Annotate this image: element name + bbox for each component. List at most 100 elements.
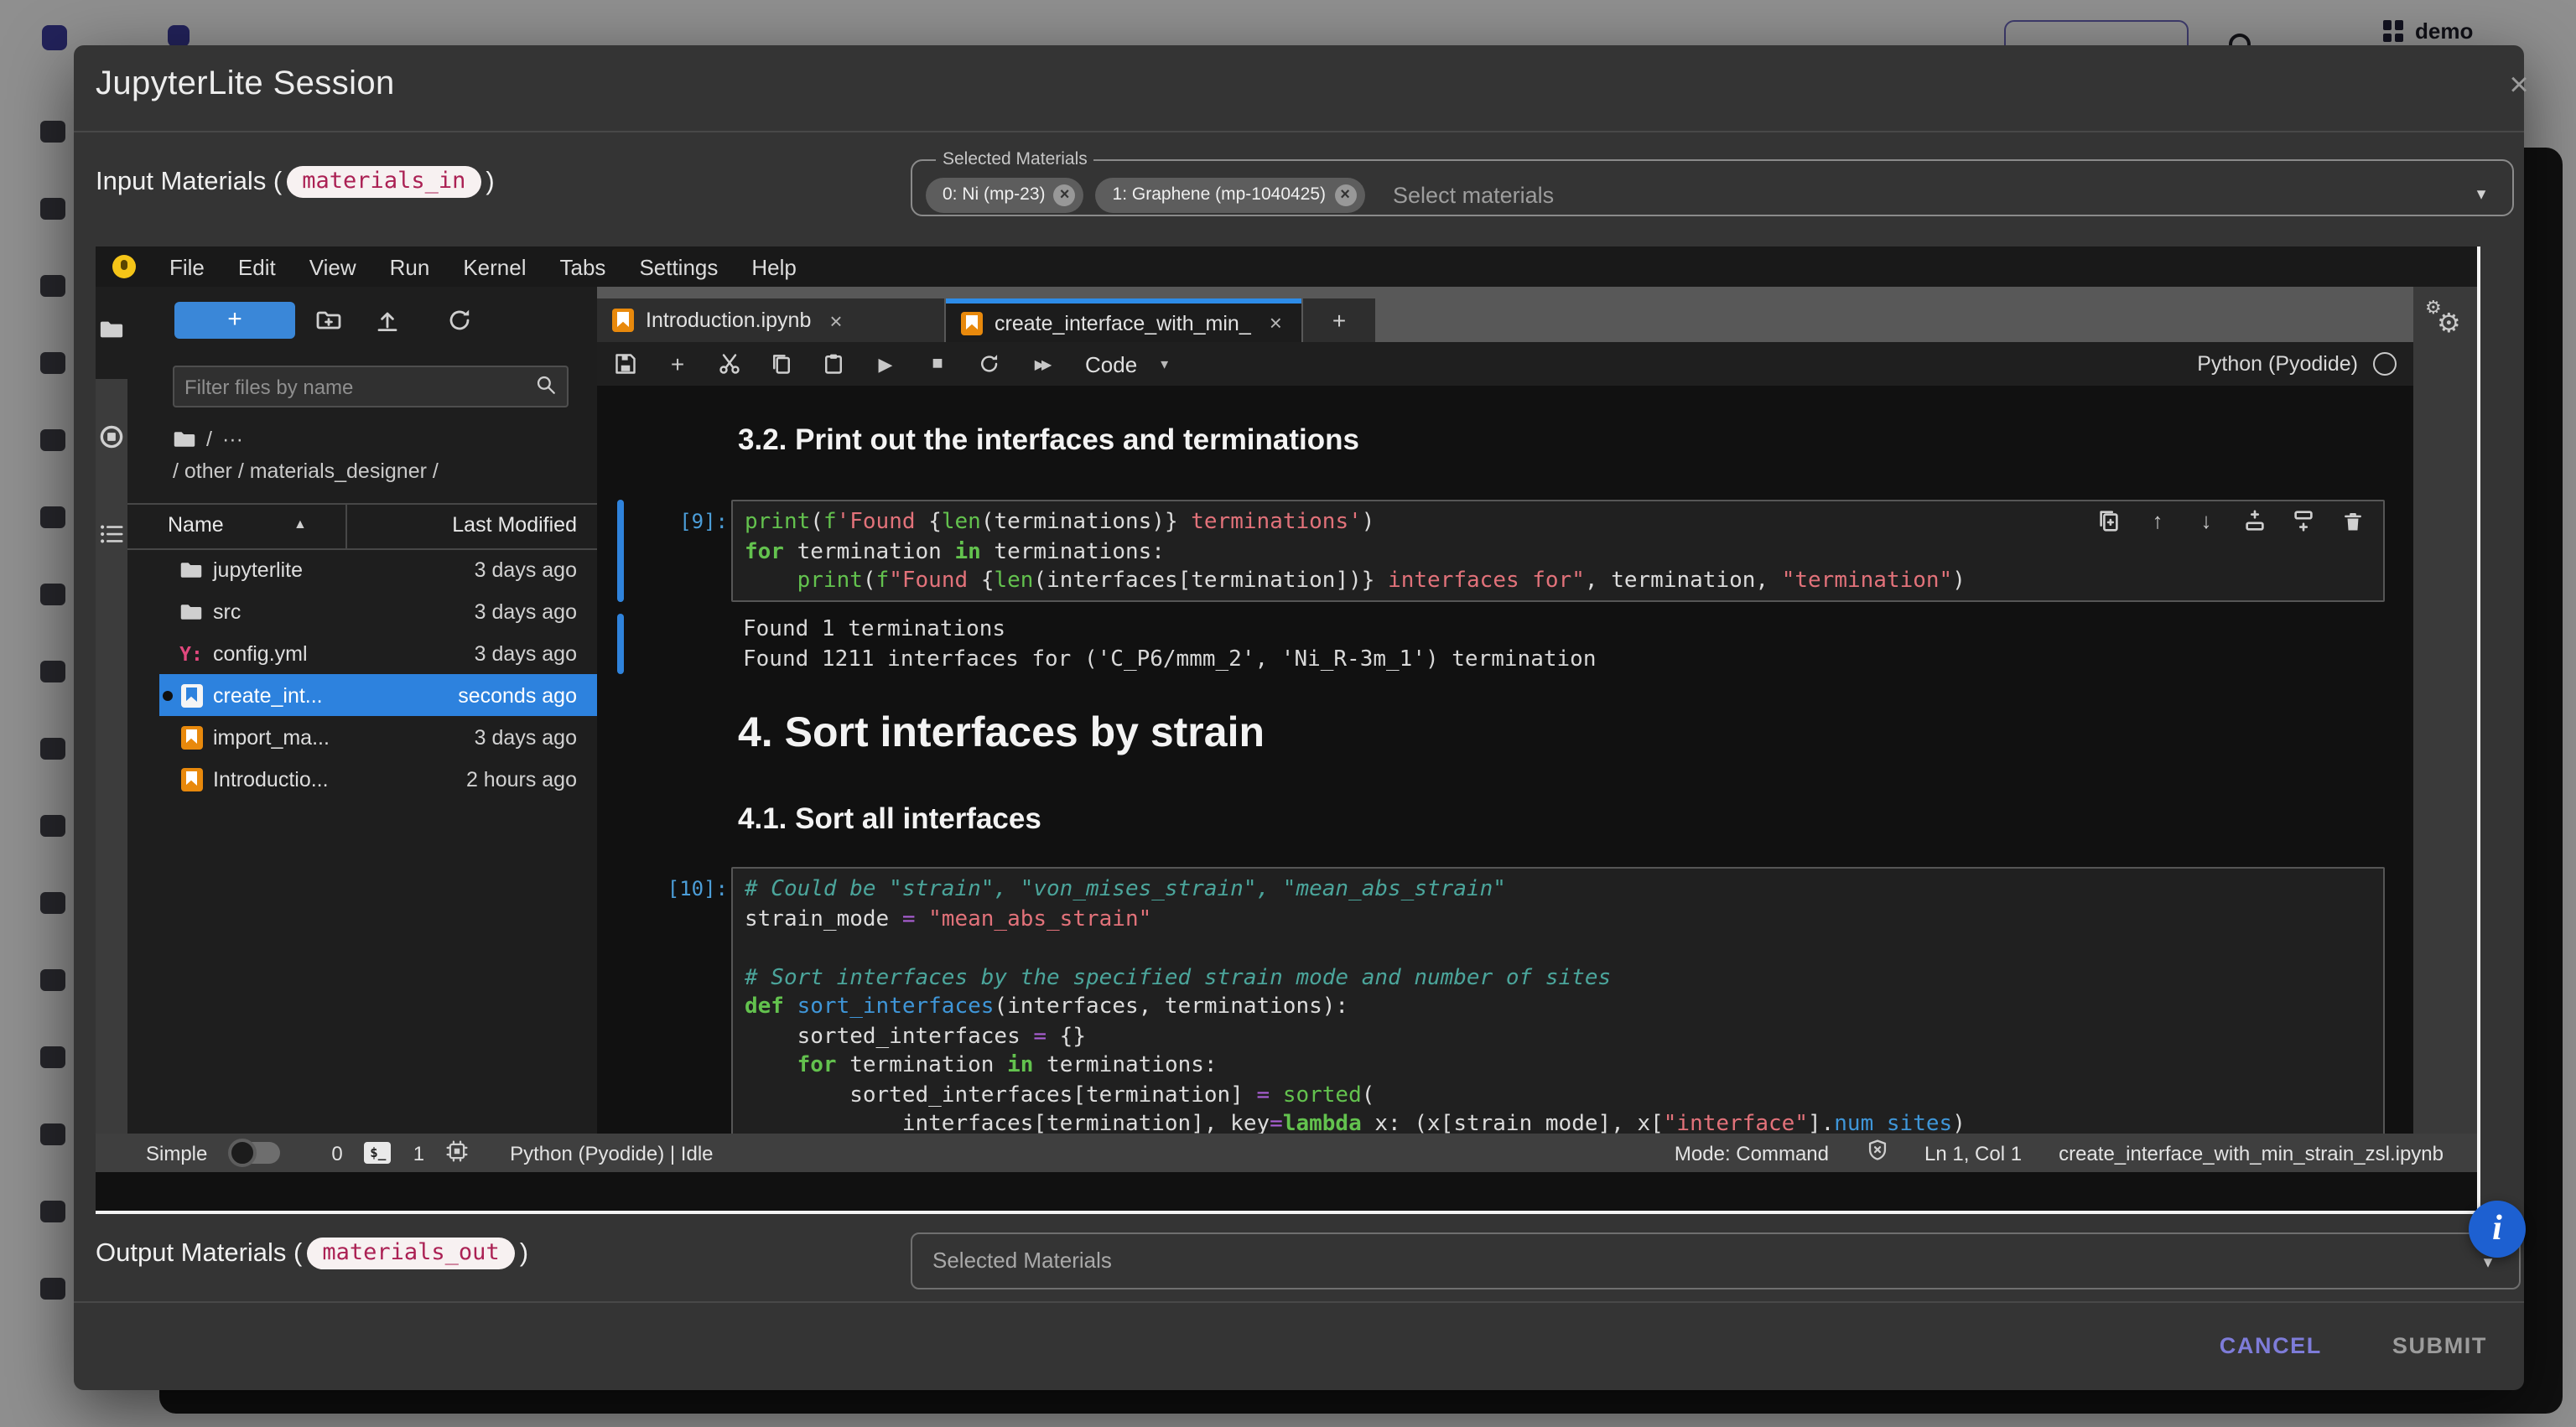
insert-cell-below-icon[interactable] (2291, 508, 2316, 533)
file-filter-box[interactable] (173, 366, 569, 407)
file-name: Introductio... (213, 767, 329, 791)
breadcrumb-path[interactable]: / other / materials_designer / (173, 459, 439, 483)
menu-run[interactable]: Run (373, 254, 447, 279)
breadcrumb-root[interactable]: / (206, 428, 212, 451)
input-materials-suffix: ) (486, 167, 494, 197)
materials-out-code-chip: materials_out (307, 1238, 514, 1269)
select-materials-placeholder[interactable]: Select materials (1393, 182, 1554, 207)
move-cell-down-icon[interactable]: ↓ (2194, 508, 2219, 533)
cell-toolbar: ↑ ↓ (2096, 508, 2365, 533)
submit-button[interactable]: SUBMIT (2382, 1320, 2497, 1372)
cell-type-dropdown[interactable]: Code ▾ (1085, 351, 1168, 376)
new-launcher-button[interactable]: + (174, 302, 295, 339)
gear-icon: ⚙ (2437, 307, 2461, 340)
new-tab-button[interactable]: + (1303, 298, 1375, 342)
restart-kernel-icon[interactable] (976, 350, 1003, 377)
file-row-introduction[interactable]: Introductio... 2 hours ago (159, 758, 597, 800)
upload-icon[interactable] (374, 307, 401, 334)
info-button[interactable]: i (2469, 1201, 2526, 1258)
cell9-output-line: Found 1 terminations (743, 615, 1005, 646)
paste-icon[interactable] (820, 350, 847, 377)
chevron-down-icon[interactable]: ▼ (2474, 185, 2489, 202)
heading-3-2: 3.2. Print out the interfaces and termin… (738, 423, 1359, 458)
running-sessions-icon[interactable] (99, 424, 124, 449)
column-name[interactable]: Name (168, 513, 224, 537)
tab-close-icon[interactable]: × (1270, 310, 1282, 335)
modal-actions: CANCEL SUBMIT (2210, 1320, 2497, 1372)
column-last-modified[interactable]: Last Modified (452, 513, 577, 537)
file-filter-input[interactable] (174, 375, 535, 398)
jupyter-status-bar: Simple 0 $_ 1 Python (Pyodide) | Idle Mo… (96, 1134, 2477, 1172)
kernel-indicator[interactable]: Python (Pyodide) (2197, 352, 2413, 376)
tab-create-interface-active[interactable]: create_interface_with_min_ × (946, 298, 1301, 342)
refresh-icon[interactable] (446, 307, 473, 334)
tab-introduction[interactable]: Introduction.ipynb × (597, 298, 944, 342)
file-modified: 2 hours ago (466, 767, 577, 791)
selected-materials-fieldset[interactable]: Selected Materials 0: Ni (mp-23) × 1: Gr… (911, 149, 2514, 216)
cancel-button[interactable]: CANCEL (2210, 1320, 2332, 1372)
mode-indicator[interactable]: Mode: Command (1675, 1141, 1829, 1165)
material-chip-label: 0: Ni (mp-23) (943, 184, 1046, 205)
file-row-import-material[interactable]: import_ma... 3 days ago (159, 716, 597, 758)
file-name: create_int... (213, 683, 323, 707)
selected-materials-legend: Selected Materials (936, 149, 1094, 169)
file-row-create-interface-selected[interactable]: create_int... seconds ago (159, 674, 597, 716)
kernel-name: Python (Pyodide) (2197, 352, 2358, 376)
file-row-src[interactable]: src 3 days ago (159, 590, 597, 632)
footer-divider (74, 1301, 2524, 1303)
kernel-status-text[interactable]: Python (Pyodide) | Idle (510, 1141, 713, 1165)
table-of-contents-icon[interactable] (99, 522, 124, 547)
file-row-config-yml[interactable]: Y: config.yml 3 days ago (159, 632, 597, 674)
file-name: config.yml (213, 641, 308, 665)
copy-icon[interactable] (768, 350, 795, 377)
menu-edit[interactable]: Edit (221, 254, 293, 279)
menu-view[interactable]: View (293, 254, 373, 279)
chip-remove-icon[interactable]: × (1334, 184, 1356, 205)
file-row-jupyterlite[interactable]: jupyterlite 3 days ago (159, 548, 597, 590)
menu-tabs[interactable]: Tabs (543, 254, 623, 279)
output-materials-select[interactable]: Selected Materials ▼ (911, 1232, 2521, 1289)
delete-cell-icon[interactable] (2340, 508, 2365, 533)
menu-kernel[interactable]: Kernel (446, 254, 543, 279)
output-materials-label: Output Materials ( materials_out ) (96, 1238, 528, 1269)
chip-remove-icon[interactable]: × (1054, 184, 1076, 205)
notebook-content[interactable]: 3.2. Print out the interfaces and termin… (597, 386, 2413, 1134)
output-selection-bar (617, 614, 624, 674)
header-divider (74, 131, 2524, 132)
close-icon[interactable]: × (2496, 62, 2542, 109)
material-chip[interactable]: 0: Ni (mp-23) × (926, 177, 1084, 212)
tab-close-icon[interactable]: × (829, 308, 842, 333)
notebook-icon (179, 725, 203, 749)
run-icon[interactable]: ▶ (872, 350, 899, 377)
terminal-icon: $_ (365, 1142, 392, 1164)
cut-icon[interactable] (716, 350, 743, 377)
breadcrumb[interactable]: / ··· (173, 428, 243, 451)
unsaved-dot-icon (163, 690, 173, 700)
menu-help[interactable]: Help (735, 254, 813, 279)
sort-asc-icon: ▲ (293, 516, 307, 532)
stop-icon[interactable]: ■ (924, 350, 951, 377)
file-list-header[interactable]: Name ▲ Last Modified (127, 503, 597, 550)
save-icon[interactable] (612, 350, 639, 377)
menu-file[interactable]: File (153, 254, 221, 279)
code-cell-10[interactable]: # Could be "strain", "von_mises_strain",… (731, 867, 2385, 1134)
insert-cell-above-icon[interactable] (2242, 508, 2267, 533)
restart-run-all-icon[interactable]: ▶▶ (1028, 350, 1055, 377)
move-cell-up-icon[interactable]: ↑ (2145, 508, 2170, 533)
file-modified: seconds ago (458, 683, 577, 707)
notification-shield-icon[interactable] (1866, 1139, 1888, 1167)
chevron-down-icon: ▾ (1161, 355, 1168, 373)
cursor-position[interactable]: Ln 1, Col 1 (1924, 1141, 2022, 1165)
new-folder-icon[interactable] (315, 307, 342, 334)
notebook-icon (961, 311, 983, 335)
breadcrumb-ellipsis[interactable]: ··· (222, 428, 243, 451)
simple-mode-toggle[interactable] (229, 1142, 279, 1164)
search-icon (535, 373, 557, 400)
file-name: src (213, 599, 241, 623)
file-browser-icon[interactable] (99, 317, 124, 342)
material-chip[interactable]: 1: Graphene (mp-1040425) × (1096, 177, 1365, 212)
materials-in-code-chip: materials_in (287, 166, 480, 198)
insert-cell-icon[interactable]: + (664, 350, 691, 377)
duplicate-cell-icon[interactable] (2096, 508, 2122, 533)
menu-settings[interactable]: Settings (622, 254, 735, 279)
